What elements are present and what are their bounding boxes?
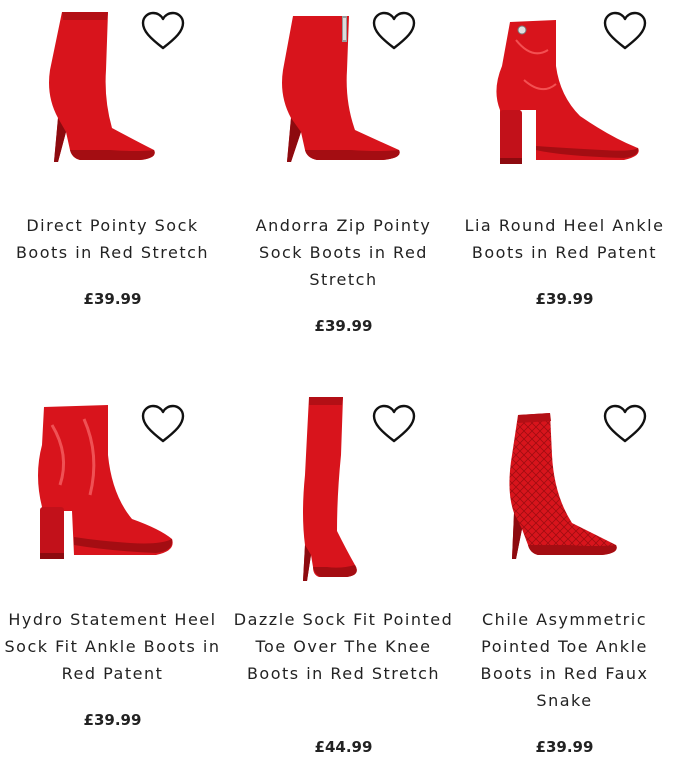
wishlist-heart-icon[interactable] [371,10,417,52]
product-image[interactable] [231,395,456,585]
product-price: £44.99 [314,738,373,756]
red-sock-boot-icon [49,12,155,162]
product-price: £39.99 [83,711,142,729]
red-patent-ankle-boot-icon [38,405,173,559]
product-price: £39.99 [314,317,373,335]
red-zip-sock-boot-icon [282,16,400,162]
wishlist-heart-icon[interactable] [371,403,417,445]
product-price: £39.99 [535,290,594,308]
product-name[interactable]: Chile Asymmetric Pointed Toe Ankle Boots… [452,606,676,714]
product-price: £39.99 [535,738,594,756]
product-name[interactable]: Hydro Statement Heel Sock Fit Ankle Boot… [0,606,225,687]
product-price: £39.99 [83,290,142,308]
product-name[interactable]: Direct Pointy Sock Boots in Red Stretch [0,212,225,266]
red-over-knee-boot-icon [303,397,357,581]
product-grid: Direct Pointy Sock Boots in Red Stretch … [0,0,676,779]
wishlist-heart-icon[interactable] [602,403,648,445]
wishlist-heart-icon[interactable] [140,10,186,52]
product-name[interactable]: Dazzle Sock Fit Pointed Toe Over The Kne… [231,606,456,687]
wishlist-heart-icon[interactable] [140,403,186,445]
product-image[interactable] [231,0,456,190]
product-name[interactable]: Lia Round Heel Ankle Boots in Red Patent [452,212,676,266]
wishlist-heart-icon[interactable] [602,10,648,52]
product-image[interactable] [0,0,225,190]
product-image[interactable] [0,395,225,585]
product-name[interactable]: Andorra Zip Pointy Sock Boots in Red Str… [231,212,456,293]
